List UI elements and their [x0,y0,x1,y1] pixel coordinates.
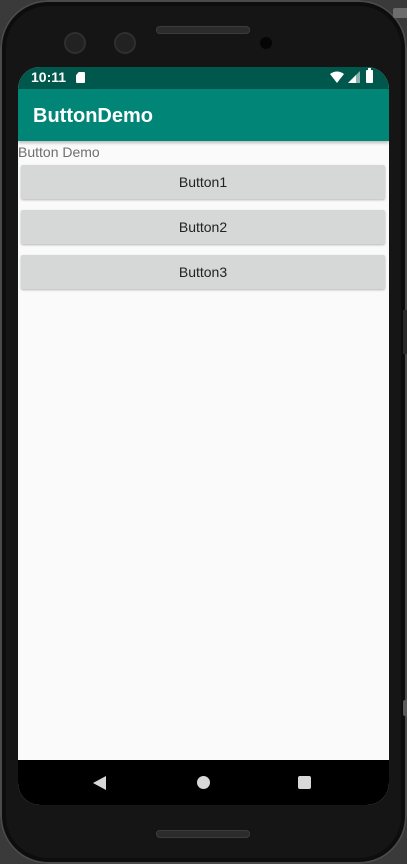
signal-icon [348,71,360,83]
back-icon[interactable] [93,776,106,790]
wifi-icon [330,71,344,83]
button3[interactable]: Button3 [21,255,385,289]
status-bar: 10:11 [18,67,389,89]
front-camera-icon [64,32,86,54]
proximity-sensor [260,37,272,49]
status-time: 10:11 [31,69,67,85]
app-title: ButtonDemo [33,105,153,127]
device-screen: 10:11 ButtonDemo Button Demo Button1 But… [18,67,389,805]
battery-icon [366,68,373,83]
navigation-bar [18,760,389,805]
front-sensor-icon [114,32,136,54]
button-demo-label: Button Demo [18,144,100,160]
volume-button[interactable] [403,700,407,716]
device-corner [393,8,407,18]
button1[interactable]: Button1 [21,165,385,199]
home-icon[interactable] [197,776,210,789]
app-bar: ButtonDemo [18,89,389,141]
button2[interactable]: Button2 [21,210,385,244]
recents-icon[interactable] [298,776,311,789]
phone-frame: 10:11 ButtonDemo Button Demo Button1 But… [0,0,407,864]
sd-card-icon [76,72,85,83]
power-button[interactable] [403,310,407,354]
earpiece-speaker [156,26,250,34]
bottom-speaker [156,830,250,838]
